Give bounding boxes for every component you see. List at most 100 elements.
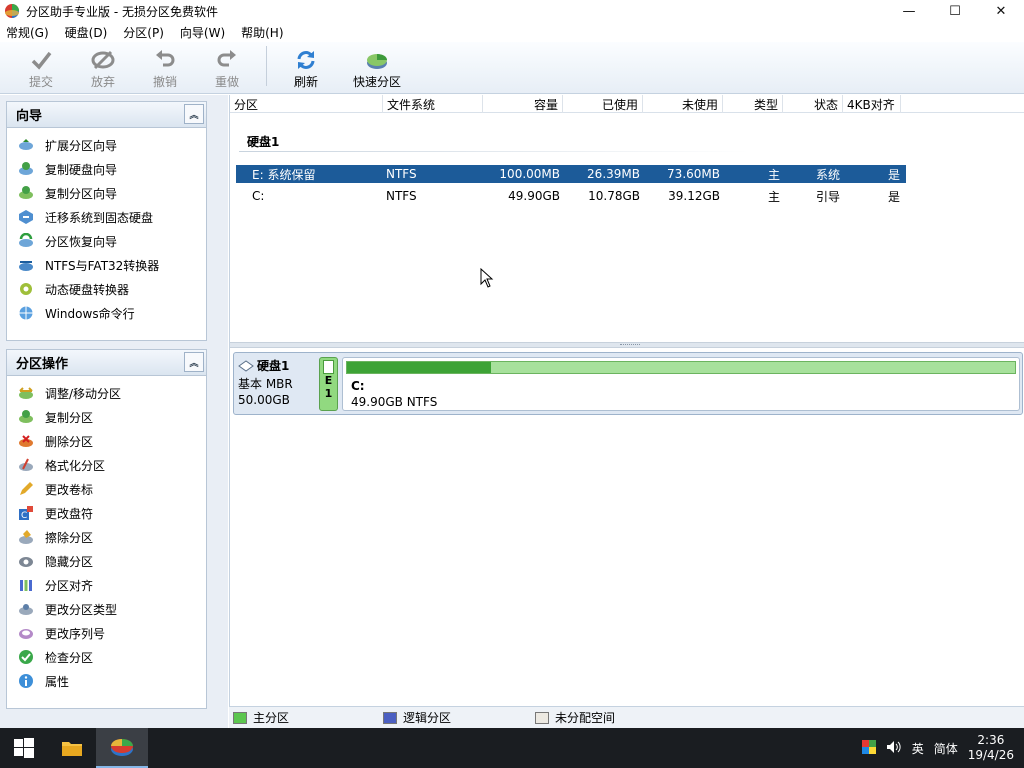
partition-block-e[interactable]: E 1 bbox=[319, 357, 338, 411]
op-item-label: 更改序列号 bbox=[45, 626, 106, 641]
start-button[interactable] bbox=[0, 728, 48, 768]
wizard-item-ntfs-fat32[interactable]: NTFS与FAT32转换器 bbox=[7, 253, 206, 277]
maximize-button[interactable]: ☐ bbox=[932, 0, 978, 22]
col-4k-aligned[interactable]: 4KB对齐 bbox=[843, 95, 901, 113]
commit-button[interactable]: 提交 bbox=[10, 42, 72, 90]
minimize-button[interactable]: — bbox=[886, 0, 932, 22]
op-item-label: 分区对齐 bbox=[45, 578, 94, 593]
op-item-label: 擦除分区 bbox=[45, 530, 94, 545]
table-row[interactable]: C: NTFS 49.90GB 10.78GB 39.12GB 主 引导 是 bbox=[236, 187, 906, 205]
partition-ops-panel: 分区操作 ︽ 调整/移动分区 复制分区 删除分区 格式化分区 更改卷标 C 更改… bbox=[6, 349, 207, 709]
change-type-icon bbox=[18, 601, 34, 617]
col-capacity[interactable]: 容量 bbox=[483, 95, 563, 113]
discard-button[interactable]: 放弃 bbox=[72, 42, 134, 90]
refresh-label: 刷新 bbox=[293, 75, 318, 89]
legend-primary-swatch bbox=[233, 711, 247, 724]
legend-unallocated: 未分配空间 bbox=[535, 709, 615, 726]
folder-icon bbox=[62, 742, 82, 756]
col-status[interactable]: 状态 bbox=[783, 95, 843, 113]
undo-button[interactable]: 撤销 bbox=[134, 42, 196, 90]
speaker-icon[interactable] bbox=[886, 740, 902, 757]
col-used[interactable]: 已使用 bbox=[563, 95, 643, 113]
format-icon bbox=[18, 457, 34, 473]
app-logo-icon bbox=[111, 739, 133, 756]
ime-language[interactable]: 简体 bbox=[934, 740, 958, 757]
op-item-resize[interactable]: 调整/移动分区 bbox=[7, 381, 206, 405]
op-item-change-type[interactable]: 更改分区类型 bbox=[7, 597, 206, 621]
disk-size: 50.00GB bbox=[238, 393, 290, 407]
collapse-chevron-icon[interactable]: ︽ bbox=[184, 104, 204, 124]
table-row[interactable]: E: 系统保留 NTFS 100.00MB 26.39MB 73.60MB 主 … bbox=[236, 165, 906, 183]
col-type[interactable]: 类型 bbox=[723, 95, 783, 113]
menu-partition[interactable]: 分区(P) bbox=[123, 24, 164, 41]
pane-splitter[interactable] bbox=[230, 342, 1024, 348]
col-free[interactable]: 未使用 bbox=[643, 95, 723, 113]
svg-text:C: C bbox=[21, 511, 27, 521]
op-item-format[interactable]: 格式化分区 bbox=[7, 453, 206, 477]
clock[interactable]: 2:36 19/4/26 bbox=[968, 733, 1014, 763]
checkmark-icon bbox=[29, 48, 53, 71]
dynamic-disk-icon bbox=[18, 281, 34, 297]
app-logo-icon bbox=[5, 4, 19, 18]
op-item-delete[interactable]: 删除分区 bbox=[7, 429, 206, 453]
windows-logo-icon bbox=[14, 738, 34, 758]
window-title: 分区助手专业版 - 无损分区免费软件 bbox=[26, 4, 218, 19]
collapse-chevron-icon[interactable]: ︽ bbox=[184, 352, 204, 372]
op-item-copy[interactable]: 复制分区 bbox=[7, 405, 206, 429]
op-item-label-change[interactable]: 更改卷标 bbox=[7, 477, 206, 501]
partition-e-letter: E bbox=[324, 374, 333, 387]
undo-icon bbox=[153, 48, 177, 71]
file-explorer-button[interactable] bbox=[48, 728, 96, 768]
align-icon bbox=[18, 577, 34, 593]
partition-c-info: 49.90GB NTFS bbox=[351, 395, 438, 409]
properties-icon bbox=[18, 673, 34, 689]
partition-assistant-taskbar-button[interactable] bbox=[96, 728, 148, 768]
wizard-item-copy-disk[interactable]: 复制硬盘向导 bbox=[7, 157, 206, 181]
op-item-wipe[interactable]: 擦除分区 bbox=[7, 525, 206, 549]
cell-filesystem: NTFS bbox=[386, 167, 417, 181]
menu-disk[interactable]: 硬盘(D) bbox=[65, 24, 108, 41]
wizard-item-cmd[interactable]: Windows命令行 bbox=[7, 301, 206, 325]
wizard-item-migrate-ssd[interactable]: 迁移系统到固态硬盘 bbox=[7, 205, 206, 229]
op-item-label: 更改分区类型 bbox=[45, 602, 118, 617]
splitter-grip[interactable] bbox=[620, 344, 640, 346]
op-item-serial[interactable]: 更改序列号 bbox=[7, 621, 206, 645]
op-item-properties[interactable]: 属性 bbox=[7, 669, 206, 693]
op-item-align[interactable]: 分区对齐 bbox=[7, 573, 206, 597]
serial-number-icon bbox=[18, 625, 34, 641]
partition-block-c[interactable]: C: 49.90GB NTFS bbox=[342, 357, 1020, 411]
toolbar-separator bbox=[266, 46, 267, 86]
wizard-item-label: NTFS与FAT32转换器 bbox=[45, 258, 160, 273]
cell-used: 26.39MB bbox=[587, 167, 640, 181]
menu-general[interactable]: 常规(G) bbox=[6, 24, 49, 41]
color-app-icon[interactable] bbox=[861, 739, 876, 757]
resize-icon bbox=[18, 385, 34, 401]
wizard-item-extend[interactable]: 扩展分区向导 bbox=[7, 133, 206, 157]
col-partition[interactable]: 分区 bbox=[230, 95, 383, 113]
op-item-label: 复制分区 bbox=[45, 410, 94, 425]
mouse-cursor-icon bbox=[480, 268, 494, 288]
ops-panel-header: 分区操作 ︽ bbox=[7, 350, 206, 376]
wizard-item-recover[interactable]: 分区恢复向导 bbox=[7, 229, 206, 253]
undo-label: 撤销 bbox=[152, 75, 177, 89]
redo-button[interactable]: 重做 bbox=[196, 42, 258, 90]
col-filesystem[interactable]: 文件系统 bbox=[383, 95, 483, 113]
menu-wizard[interactable]: 向导(W) bbox=[180, 24, 225, 41]
quick-partition-button[interactable]: 快速分区 bbox=[337, 42, 417, 90]
op-item-label: 调整/移动分区 bbox=[45, 386, 122, 401]
disk-info[interactable]: 硬盘1 基本 MBR 50.00GB bbox=[238, 357, 316, 411]
legend-logical-swatch bbox=[383, 711, 397, 724]
ime-mode[interactable]: 英 bbox=[912, 740, 924, 757]
redo-icon bbox=[215, 48, 239, 71]
close-button[interactable]: ✕ bbox=[978, 0, 1024, 22]
menu-help[interactable]: 帮助(H) bbox=[241, 24, 283, 41]
op-item-check[interactable]: 检查分区 bbox=[7, 645, 206, 669]
migrate-ssd-icon bbox=[18, 209, 34, 225]
op-item-drive-letter[interactable]: C 更改盘符 bbox=[7, 501, 206, 525]
wizard-item-copy-partition[interactable]: 复制分区向导 bbox=[7, 181, 206, 205]
wizard-item-dynamic-disk[interactable]: 动态硬盘转换器 bbox=[7, 277, 206, 301]
op-item-hide[interactable]: 隐藏分区 bbox=[7, 549, 206, 573]
menu-bar: 常规(G) 硬盘(D) 分区(P) 向导(W) 帮助(H) bbox=[0, 22, 1024, 42]
partition-c-used-fill bbox=[347, 362, 492, 373]
refresh-button[interactable]: 刷新 bbox=[275, 42, 337, 90]
